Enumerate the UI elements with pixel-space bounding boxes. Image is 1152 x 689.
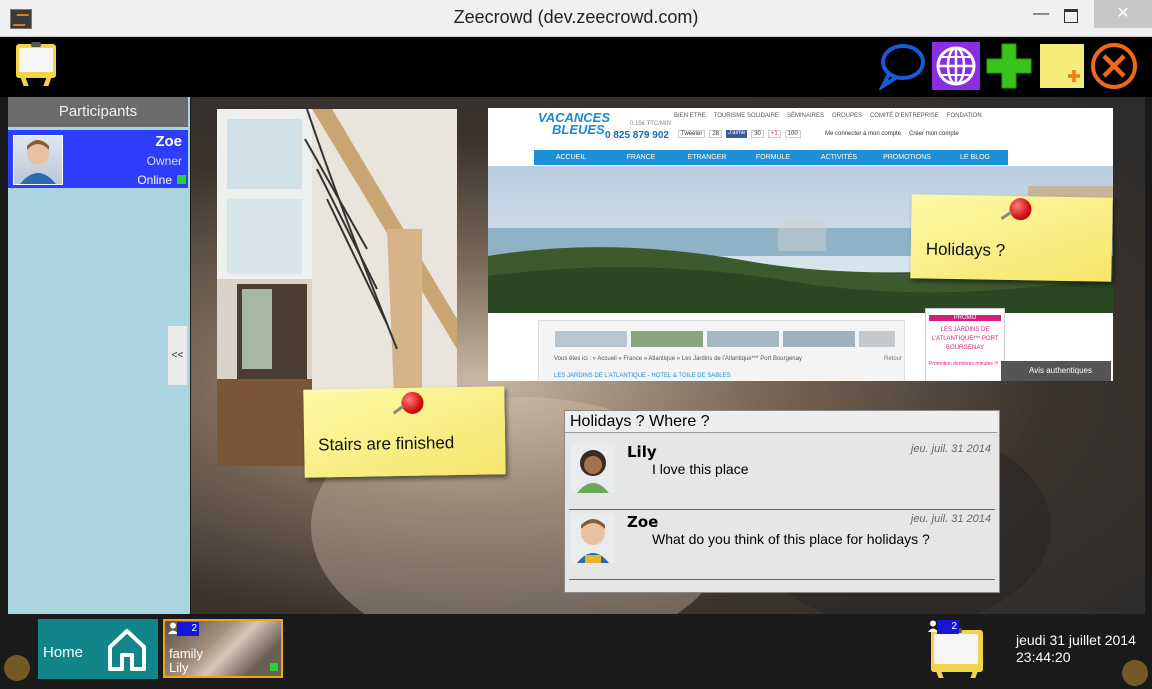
chat-title: Holidays ? Where ? (565, 411, 997, 433)
site-top-link[interactable]: GROUPES (832, 113, 862, 119)
site-social-item: 30 (751, 130, 764, 138)
site-nav-item[interactable]: FORMULE (740, 150, 806, 165)
participants-header: Participants (8, 97, 188, 127)
site-nav-item[interactable]: PROMOTIONS (872, 150, 942, 165)
home-icon (108, 629, 146, 671)
site-top-link[interactable]: COMITÉ D'ENTREPRISE (870, 113, 939, 119)
avatar (13, 135, 63, 185)
chat-window[interactable]: Holidays ? Where ? Lily jeu. juil. 31 20… (564, 410, 1000, 593)
maximize-button[interactable] (1048, 0, 1094, 28)
new-note-icon[interactable] (1038, 42, 1086, 90)
home-button[interactable]: Home (38, 619, 158, 679)
current-date: jeudi 31 juillet 2014 (1016, 632, 1136, 648)
chat-date: jeu. juil. 31 2014 (910, 513, 991, 525)
site-account-links: Me connecter à mon compte Créer mon comp… (825, 131, 959, 137)
site-back-link[interactable]: Retour (884, 356, 902, 362)
datetime-display: jeudi 31 juillet 2014 23:44:20 (1016, 632, 1136, 666)
family-tile-label: family Lily (169, 647, 203, 675)
site-breadcrumb: Vous êtes ici : » Accueil » France » Atl… (554, 356, 802, 362)
sticky-note-text: Stairs are finished (318, 433, 455, 455)
avatar (571, 513, 615, 563)
window-titlebar: Zeecrowd (dev.zeecrowd.com) — ✕ (0, 0, 1152, 37)
chat-text: What do you think of this place for holi… (652, 531, 930, 547)
chat-text: I love this place (652, 461, 749, 477)
site-top-link[interactable]: FONDATION (947, 113, 982, 119)
online-status-indicator (270, 663, 278, 671)
site-thumbnails (555, 331, 895, 347)
add-icon[interactable] (985, 42, 1033, 90)
site-promo-text: LES JARDINS DE L'ATLANTIQUE*** PORT BOUR… (931, 327, 999, 351)
site-nav-item[interactable]: LE BLOG (942, 150, 1008, 165)
chat-date: jeu. juil. 31 2014 (910, 443, 991, 455)
home-label: Home (43, 644, 84, 661)
participant-count-badge: 2 (177, 622, 199, 636)
participants-sidebar: Participants Zoe Owner Online (8, 97, 190, 614)
sticky-note[interactable]: Stairs are finished (303, 386, 506, 478)
participant-item[interactable]: Zoe Owner Online (8, 130, 188, 188)
collapse-sidebar-button[interactable]: << (168, 326, 187, 385)
site-brand-line2: BLEUES (552, 122, 605, 137)
pushpin-icon (1009, 197, 1032, 221)
site-social-item[interactable]: +1 (767, 130, 781, 138)
site-account-link[interactable]: Me connecter à mon compte (825, 131, 901, 137)
site-content-box: Vous êtes ici : » Accueil » France » Atl… (538, 320, 905, 381)
current-time: 23:44:20 (1016, 649, 1071, 665)
participant-status: Online (137, 173, 172, 187)
site-social-item[interactable]: Tweeter (678, 130, 706, 138)
corner-handle-icon[interactable] (1122, 660, 1148, 686)
site-social-item: 100 (784, 130, 801, 138)
chat-bubble-icon[interactable] (877, 42, 925, 90)
family-tile-user: Lily (169, 660, 189, 675)
site-promo-title: PROMO (929, 315, 1001, 321)
close-window-button[interactable]: ✕ (1094, 0, 1152, 28)
help-icon[interactable] (4, 655, 30, 681)
chat-message: Zoe jeu. juil. 31 2014 What do you think… (569, 507, 995, 577)
family-tile-name: family (169, 646, 203, 661)
site-reviews-badge[interactable]: Avis authentiques (1001, 361, 1111, 381)
sticky-note[interactable]: Holidays ? (910, 194, 1113, 282)
online-status-indicator (177, 175, 186, 184)
site-promo-box[interactable]: PROMO LES JARDINS DE L'ATLANTIQUE*** POR… (925, 308, 1005, 381)
chat-author: Zoe (627, 513, 659, 531)
pushpin-icon (401, 391, 424, 415)
site-nav-item[interactable]: ACCUEIL (534, 150, 608, 165)
chat-separator (569, 579, 995, 580)
board-icon[interactable] (928, 628, 986, 678)
site-header: VACANCES BLEUES 0,15€ TTC/MIN 0 825 879 … (488, 108, 1113, 166)
close-circle-icon[interactable] (1090, 42, 1138, 90)
site-nav-item[interactable]: ACTIVITÉS (806, 150, 872, 165)
site-top-link[interactable]: BIEN ETRE (674, 113, 706, 119)
site-account-link[interactable]: Créer mon compte (909, 131, 959, 137)
site-phone: 0 825 879 902 (605, 130, 669, 141)
site-promo-sub: Promotion dernières minutes !!! (929, 361, 999, 367)
board-icon[interactable] (13, 42, 59, 86)
window-title: Zeecrowd (dev.zeecrowd.com) (453, 7, 699, 27)
site-top-link[interactable]: SÉMINAIRES (787, 113, 824, 119)
site-social-item[interactable]: J'aime (726, 130, 748, 138)
chat-message: Lily jeu. juil. 31 2014 I love this plac… (569, 437, 995, 507)
site-nav-item[interactable]: ETRANGER (674, 150, 740, 165)
site-nav-item[interactable]: FRANCE (608, 150, 674, 165)
chat-author: Lily (627, 443, 657, 461)
sticky-note-text: Holidays ? (925, 239, 1006, 260)
site-top-link[interactable]: TOURISME SOLIDAIRE (714, 113, 779, 119)
participant-name: Zoe (155, 133, 182, 150)
family-board-tile[interactable]: 2 family Lily (163, 619, 283, 678)
participant-role: Owner (146, 154, 182, 168)
globe-icon[interactable] (932, 42, 980, 90)
site-social-item: 28 (709, 130, 723, 138)
site-social-bar: Tweeter 28 J'aime 30 +1 100 (678, 130, 801, 138)
maximize-icon (1064, 9, 1078, 23)
site-logo: VACANCES BLEUES (538, 111, 610, 137)
site-reviews-label: Avis authentiques (1029, 366, 1093, 375)
site-hotel-title: LES JARDINS DE L'ATLANTIQUE - HOTEL & TO… (554, 373, 731, 379)
site-top-links: BIEN ETRE TOURISME SOLIDAIRE SÉMINAIRES … (674, 113, 982, 119)
site-nav: ACCUEIL FRANCE ETRANGER FORMULE ACTIVITÉ… (534, 150, 1008, 165)
avatar (571, 443, 615, 493)
participant-count-badge: 2 (937, 620, 959, 634)
site-phone-caption: 0,15€ TTC/MIN (630, 121, 671, 127)
